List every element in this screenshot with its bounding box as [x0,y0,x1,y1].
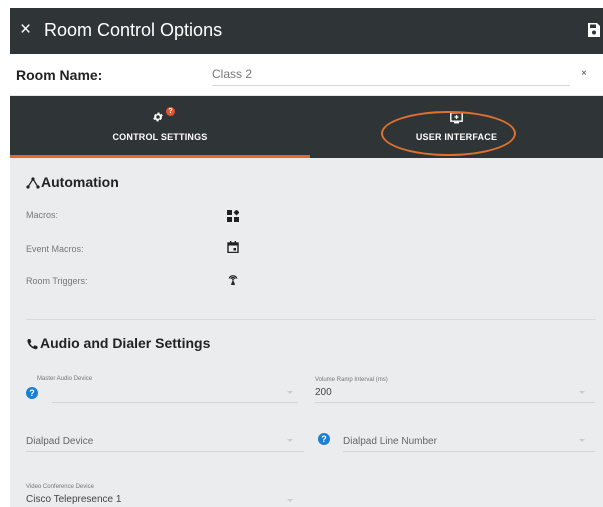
video-conference-device-select[interactable]: Cisco Telepresence 1 [26,494,296,505]
dialpad-line-help-icon[interactable]: ? [318,433,330,445]
dialpad-device-underline [26,451,304,452]
section-divider [26,319,596,320]
antenna-icon[interactable] [227,273,239,285]
gear-icon [153,112,163,122]
dialpad-line-number-underline [343,451,595,452]
tab-control-settings[interactable]: ? CONTROL SETTINGS [10,96,310,158]
event-macros-label: Event Macros: [26,244,84,254]
room-name-label: Room Name: [16,67,103,83]
macros-label: Macros: [26,210,59,220]
volume-ramp-label: Volume Ramp Interval (ms) [315,377,388,383]
phone-icon [27,338,38,350]
master-audio-device-label: Master Audio Device [37,376,93,382]
room-name-input[interactable]: Class 2 [212,66,570,86]
dialog-title: Room Control Options [44,20,223,40]
widgets-icon[interactable] [227,210,239,222]
chevron-down-icon [579,439,585,442]
settings-tab-bar: ? CONTROL SETTINGS USER INTERFACE [10,96,603,158]
tab-control-settings-label: CONTROL SETTINGS [112,132,208,142]
dialog-titlebar: × Room Control Options [10,8,603,54]
highlight-annotation [381,111,516,156]
volume-ramp-underline [315,402,595,403]
help-badge[interactable]: ? [166,107,175,116]
master-audio-help-icon[interactable]: ? [26,387,38,399]
hierarchy-icon [26,177,40,189]
calendar-icon[interactable] [227,241,239,253]
chevron-down-icon [287,391,293,394]
volume-ramp-input[interactable]: 200 [315,387,585,398]
master-audio-device-underline [52,402,298,403]
clear-room-name-button[interactable]: × [581,68,587,79]
save-icon[interactable] [587,22,601,38]
automation-section-title: Automation [26,174,119,190]
dialpad-device-select[interactable]: Dialpad Device [26,436,93,447]
audio-title-text: Audio and Dialer Settings [40,335,211,351]
close-icon[interactable]: × [20,20,31,40]
control-settings-panel: Automation Macros: Event Macros: Room Tr… [10,158,603,507]
dialpad-line-number-select[interactable]: Dialpad Line Number [343,436,437,447]
audio-section-title: Audio and Dialer Settings [26,335,210,351]
automation-title-text: Automation [41,174,119,190]
chevron-down-icon [287,439,293,442]
room-name-row: Room Name: Class 2 × [10,54,603,96]
chevron-down-icon [579,391,585,394]
chevron-down-icon [287,499,293,502]
room-triggers-label: Room Triggers: [26,276,88,286]
video-conference-device-label: Video Conference Device [26,484,94,490]
